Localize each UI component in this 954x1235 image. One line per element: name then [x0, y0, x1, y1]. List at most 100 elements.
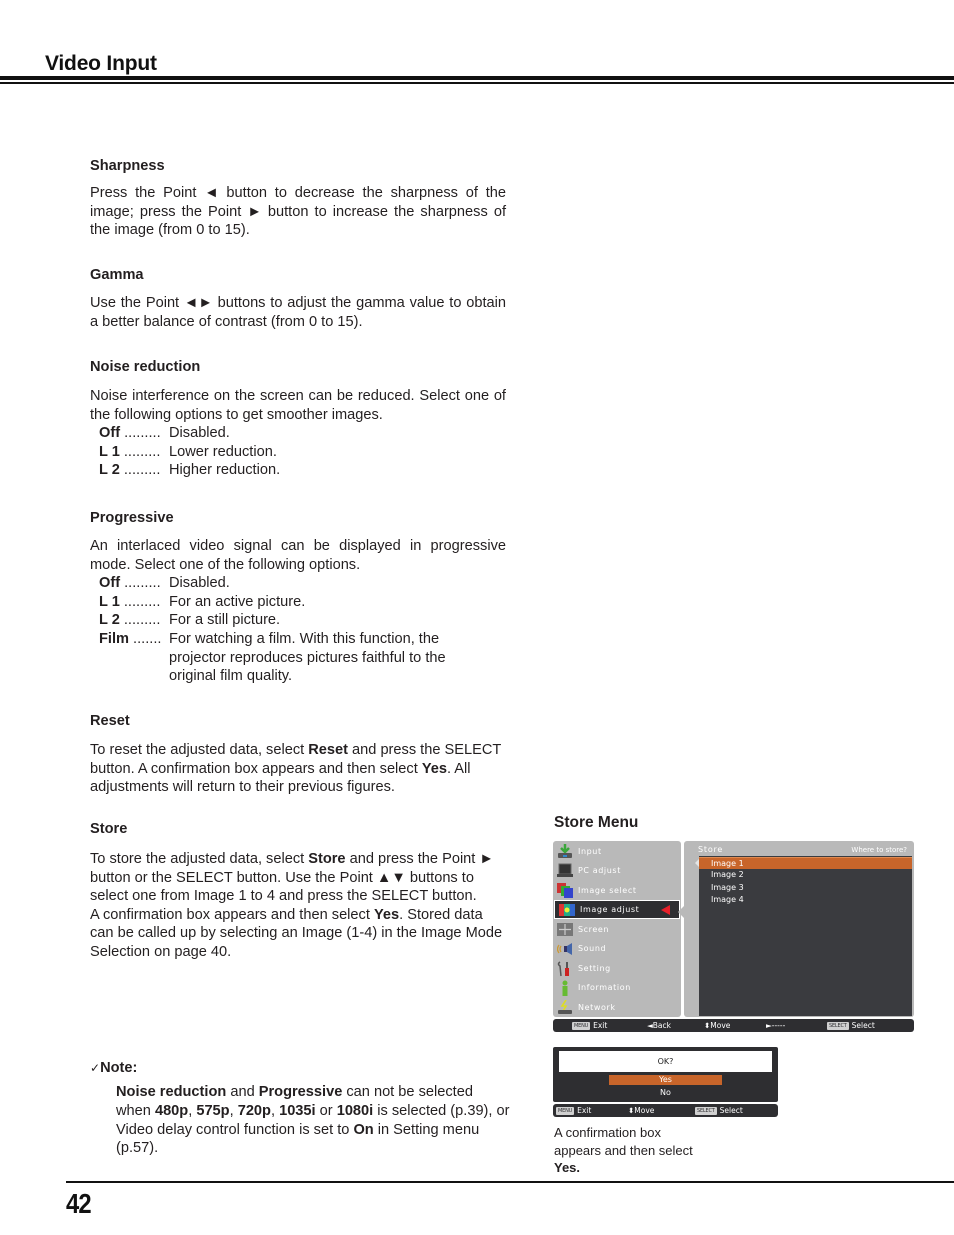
guide-back: ◄Back: [647, 1021, 671, 1030]
option-row: Off ......... Disabled.: [90, 424, 506, 443]
note-bold-term: 1080i: [336, 1102, 374, 1119]
option-key: L 2: [99, 612, 120, 629]
header-rule-thin: [0, 82, 954, 84]
checkmark-icon: ✓: [90, 1061, 101, 1075]
option-dots: .........: [119, 462, 161, 479]
note-heading: ✓Note:: [90, 1060, 137, 1076]
progressive-heading: Progressive: [90, 510, 174, 526]
menu-item-image-adjust[interactable]: Image adjust: [554, 900, 680, 920]
progressive-body: An interlaced video signal can be displa…: [90, 538, 506, 573]
menu-item-label: Setting: [578, 964, 611, 974]
gamma-heading: Gamma: [90, 267, 144, 283]
option-dots: .........: [119, 443, 161, 460]
store-text: A confirmation box appears and then sele…: [90, 906, 374, 923]
option-desc: Lower reduction.: [169, 443, 277, 460]
option-desc: Disabled.: [169, 575, 230, 592]
select-key-icon: SELECT: [695, 1106, 717, 1115]
network-icon: [556, 1000, 574, 1016]
progressive-block: An interlaced video signal can be displa…: [90, 537, 506, 686]
store-bold-term: Store: [308, 851, 346, 867]
option-dots: .........: [120, 575, 161, 592]
confirm-yes-option[interactable]: Yes: [609, 1075, 722, 1085]
screen-icon: [556, 922, 574, 938]
option-row: L 2 ......... For a still picture.: [90, 611, 506, 630]
note-bold-term: 1035i: [279, 1102, 316, 1119]
store-body: To store the adjusted data, select Store…: [90, 850, 508, 962]
osd-store-submenu: Store Where to store? Image 1 Image 2 Im…: [684, 841, 914, 1017]
reset-text: To reset the adjusted data, select: [90, 742, 309, 758]
note-bold-term: On: [353, 1121, 374, 1138]
guide-next: ►-----: [766, 1021, 786, 1030]
option-row: L 1 ......... Lower reduction.: [90, 443, 506, 462]
guide-select: SELECT Select: [827, 1021, 875, 1030]
option-desc: Higher reduction.: [169, 462, 281, 479]
reset-bold-term: Reset: [308, 742, 348, 758]
store-slot-image-1[interactable]: Image 1: [699, 857, 912, 870]
note-bold-term: Progressive: [258, 1084, 343, 1100]
store-slot-image-3[interactable]: Image 3: [699, 882, 912, 894]
menu-item-sound[interactable]: Sound: [553, 939, 681, 958]
menu-item-network[interactable]: Network: [553, 998, 681, 1017]
reset-body: To reset the adjusted data, select Reset…: [90, 741, 506, 797]
menu-item-screen[interactable]: Screen: [553, 920, 681, 939]
store-slot-image-4[interactable]: Image 4: [699, 894, 912, 906]
confirm-no-option[interactable]: No: [609, 1088, 722, 1098]
guide-exit: MENU Exit: [556, 1106, 591, 1115]
confirm-question: OK?: [559, 1051, 772, 1072]
menu-key-icon: MENU: [572, 1021, 591, 1030]
footer-rule: [66, 1181, 954, 1183]
option-row: Film ....... For watching a film. With t…: [90, 630, 506, 686]
menu-item-label: Input: [578, 847, 602, 857]
caption-text: A confirmation box appears and then sele…: [554, 1125, 693, 1158]
reset-heading: Reset: [90, 713, 130, 729]
select-key-icon: SELECT: [827, 1021, 849, 1030]
menu-item-image-select[interactable]: Image select: [553, 881, 681, 900]
menu-item-label: Screen: [578, 925, 610, 935]
page-title: Video Input: [45, 52, 157, 75]
menu-item-information[interactable]: Information: [553, 978, 681, 997]
image-select-icon: [556, 883, 574, 899]
confirmation-dialog: OK? Yes No: [553, 1047, 778, 1102]
option-desc: For an active picture.: [169, 593, 306, 610]
guide-move: ⬍Move: [704, 1021, 731, 1030]
store-slot-image-2[interactable]: Image 2: [699, 869, 912, 881]
guide-move: ⬍Move: [628, 1106, 655, 1115]
note-text: ,: [229, 1102, 238, 1119]
store-heading: Store: [90, 821, 128, 837]
guide-exit: MENU Exit: [572, 1021, 607, 1030]
option-dots: .........: [119, 612, 161, 629]
guide-label: Select: [851, 1021, 875, 1030]
note-text: ,: [270, 1102, 280, 1119]
header-rule-thick: [0, 76, 954, 80]
input-icon: [556, 844, 574, 860]
menu-item-input[interactable]: Input: [553, 842, 681, 861]
note-body: Noise reduction and Progressive can not …: [116, 1083, 511, 1158]
gamma-body: Use the Point ◄► buttons to adjust the g…: [90, 295, 506, 330]
menu-item-label: Image adjust: [580, 905, 640, 915]
page-number: 42: [66, 1188, 92, 1219]
option-dots: .........: [120, 425, 161, 442]
store-menu-caption: Store Menu: [554, 814, 639, 831]
confirm-guide-bar: MENU Exit ⬍Move SELECT Select: [553, 1104, 778, 1117]
noise-reduction-heading: Noise reduction: [90, 359, 201, 375]
option-row: Off ......... Disabled.: [90, 574, 506, 593]
store-text: To store the adjusted data, select: [90, 851, 309, 867]
pc-adjust-icon: [556, 863, 574, 879]
note-text: and: [226, 1084, 259, 1100]
option-key: Off: [99, 425, 121, 442]
caption-bold: Yes.: [554, 1160, 581, 1175]
option-desc: Disabled.: [169, 425, 230, 442]
confirm-caption: A confirmation box appears and then sele…: [554, 1124, 704, 1177]
submenu-title: Store: [698, 845, 724, 854]
option-key: Film: [99, 630, 129, 647]
information-icon: [556, 980, 574, 996]
menu-item-pc-adjust[interactable]: PC adjust: [553, 861, 681, 880]
menu-item-setting[interactable]: Setting: [553, 959, 681, 978]
store-bold-term: Yes: [373, 906, 400, 923]
guide-label: Select: [719, 1106, 743, 1115]
option-dots: .........: [119, 593, 161, 610]
image-adjust-icon: [558, 902, 576, 918]
noise-reduction-block: Noise interference on the screen can be …: [90, 387, 506, 480]
setting-icon: [556, 961, 574, 977]
guide-label: Exit: [593, 1021, 608, 1030]
